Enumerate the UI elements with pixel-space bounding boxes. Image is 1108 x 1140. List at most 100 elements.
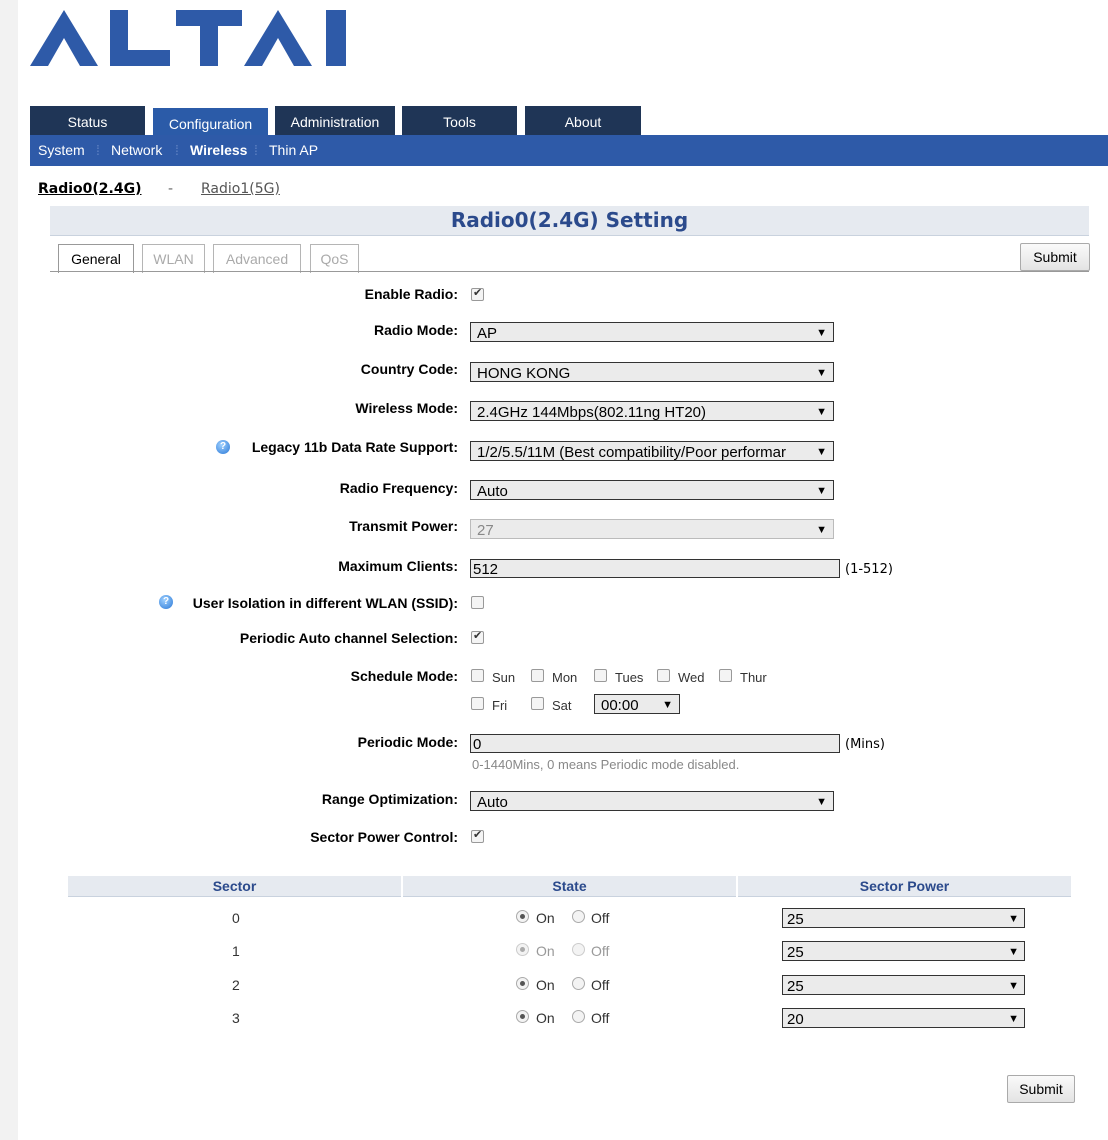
tab-qos[interactable]: QoS xyxy=(310,244,359,273)
range-optimization-label: Range Optimization: xyxy=(321,791,458,807)
tab-divider xyxy=(50,271,1089,272)
submit-button-bottom[interactable]: Submit xyxy=(1007,1075,1075,1103)
on-label: On xyxy=(536,910,555,926)
sector-2-off-radio[interactable] xyxy=(572,977,585,990)
radio0-link[interactable]: Radio0(2.4G) xyxy=(38,181,142,197)
off-label: Off xyxy=(591,910,610,926)
enable-radio-label: Enable Radio: xyxy=(364,286,458,302)
subnav-separator: ⁞ xyxy=(175,142,179,158)
radio-mode-label: Radio Mode: xyxy=(374,322,458,338)
radio-frequency-select[interactable]: Auto xyxy=(470,480,834,500)
day-checkbox-wed[interactable] xyxy=(657,669,670,682)
transmit-power-label: Transmit Power: xyxy=(349,518,458,534)
tab-about[interactable]: About xyxy=(525,106,641,136)
schedule-time-select[interactable]: 00:00 xyxy=(594,694,680,714)
help-icon[interactable]: ? xyxy=(216,440,230,454)
periodic-mode-input[interactable]: 0 xyxy=(470,734,840,753)
user-isolation-label: User Isolation in different WLAN (SSID): xyxy=(192,595,458,611)
user-isolation-checkbox[interactable] xyxy=(471,596,484,609)
tab-general[interactable]: General xyxy=(58,244,134,273)
on-label: On xyxy=(536,1010,555,1026)
country-code-label: Country Code: xyxy=(360,361,458,377)
subnav-separator: ⁞ xyxy=(96,142,100,158)
subnav-system[interactable]: System xyxy=(38,142,85,158)
off-label: Off xyxy=(591,977,610,993)
sector-number: 3 xyxy=(232,1010,240,1026)
sector-power-header: Sector Power xyxy=(738,876,1071,897)
legacy-rate-label: Legacy 11b Data Rate Support: xyxy=(251,439,458,455)
state-header: State xyxy=(403,876,736,897)
day-label-sat: Sat xyxy=(552,698,572,713)
radio1-link[interactable]: Radio1(5G) xyxy=(201,181,280,197)
day-label-fri: Fri xyxy=(492,698,508,713)
altai-logo xyxy=(30,10,346,66)
sector-0-off-radio[interactable] xyxy=(572,910,585,923)
range-optimization-select[interactable]: Auto xyxy=(470,791,834,811)
sector-3-on-radio[interactable] xyxy=(516,1010,529,1023)
day-checkbox-fri[interactable] xyxy=(471,697,484,710)
help-icon[interactable]: ? xyxy=(159,595,173,609)
sector-2-on-radio[interactable] xyxy=(516,977,529,990)
subnav-wireless[interactable]: Wireless xyxy=(190,142,247,158)
wireless-mode-label: Wireless Mode: xyxy=(355,400,458,416)
day-label-mon: Mon xyxy=(552,670,578,685)
wireless-mode-select[interactable]: 2.4GHz 144Mbps(802.11ng HT20) xyxy=(470,401,834,421)
subnav-separator: ⁞ xyxy=(254,142,258,158)
schedule-mode-label: Schedule Mode: xyxy=(350,668,458,684)
legacy-rate-select[interactable]: 1/2/5.5/11M (Best compatibility/Poor per… xyxy=(470,441,834,461)
day-checkbox-mon[interactable] xyxy=(531,669,544,682)
on-label: On xyxy=(536,943,555,959)
sector-1-off-radio[interactable] xyxy=(572,943,585,956)
day-label-wed: Wed xyxy=(678,670,705,685)
periodic-mode-unit: (Mins) xyxy=(845,737,885,752)
sector-3-off-radio[interactable] xyxy=(572,1010,585,1023)
sector-power-control-checkbox[interactable] xyxy=(471,828,484,843)
max-clients-range: (1-512) xyxy=(845,562,893,577)
tab-advanced[interactable]: Advanced xyxy=(213,244,301,273)
sector-0-power-select[interactable]: 25 xyxy=(782,908,1025,930)
day-checkbox-sun[interactable] xyxy=(471,669,484,682)
page-title: Radio0(2.4G) Setting xyxy=(50,206,1089,236)
max-clients-input[interactable]: 512 xyxy=(470,559,840,578)
sector-header: Sector xyxy=(68,876,401,897)
tab-status[interactable]: Status xyxy=(30,106,145,136)
tab-administration[interactable]: Administration xyxy=(275,106,395,136)
tab-wlan[interactable]: WLAN xyxy=(142,244,205,273)
day-label-sun: Sun xyxy=(492,670,516,685)
periodic-mode-hint: 0-1440Mins, 0 means Periodic mode disabl… xyxy=(472,757,740,772)
on-label: On xyxy=(536,977,555,993)
sector-number: 2 xyxy=(232,977,240,993)
transmit-power-select[interactable]: 27 xyxy=(470,519,834,539)
sector-2-power-select[interactable]: 25 xyxy=(782,975,1025,997)
periodic-acs-label: Periodic Auto channel Selection: xyxy=(239,630,458,646)
sector-number: 0 xyxy=(232,910,240,926)
periodic-mode-label: Periodic Mode: xyxy=(357,734,458,750)
tab-tools[interactable]: Tools xyxy=(402,106,517,136)
tab-configuration[interactable]: Configuration xyxy=(153,108,268,138)
day-checkbox-sat[interactable] xyxy=(531,697,544,710)
submit-button-top[interactable]: Submit xyxy=(1020,243,1090,271)
radio-mode-select[interactable]: AP xyxy=(470,322,834,342)
sector-number: 1 xyxy=(232,943,240,959)
left-margin-bar xyxy=(0,0,18,1140)
sector-power-control-label: Sector Power Control: xyxy=(310,829,458,845)
max-clients-label: Maximum Clients: xyxy=(338,558,458,574)
day-checkbox-thur[interactable] xyxy=(719,669,732,682)
sector-1-power-select[interactable]: 25 xyxy=(782,941,1025,963)
day-label-tues: Tues xyxy=(615,670,644,685)
radio-link-separator: - xyxy=(168,181,174,197)
day-label-thur: Thur xyxy=(740,670,767,685)
periodic-acs-checkbox[interactable] xyxy=(471,629,484,644)
off-label: Off xyxy=(591,943,610,959)
subnav-network[interactable]: Network xyxy=(111,142,162,158)
sector-0-on-radio[interactable] xyxy=(516,910,529,923)
off-label: Off xyxy=(591,1010,610,1026)
subnav-thin-ap[interactable]: Thin AP xyxy=(269,142,318,158)
sub-navigation: System ⁞ Network ⁞ Wireless ⁞ Thin AP xyxy=(30,135,1108,166)
sector-3-power-select[interactable]: 20 xyxy=(782,1008,1025,1030)
sector-1-on-radio[interactable] xyxy=(516,943,529,956)
enable-radio-checkbox[interactable] xyxy=(471,286,484,301)
radio-frequency-label: Radio Frequency: xyxy=(339,480,458,496)
country-code-select[interactable]: HONG KONG xyxy=(470,362,834,382)
day-checkbox-tues[interactable] xyxy=(594,669,607,682)
